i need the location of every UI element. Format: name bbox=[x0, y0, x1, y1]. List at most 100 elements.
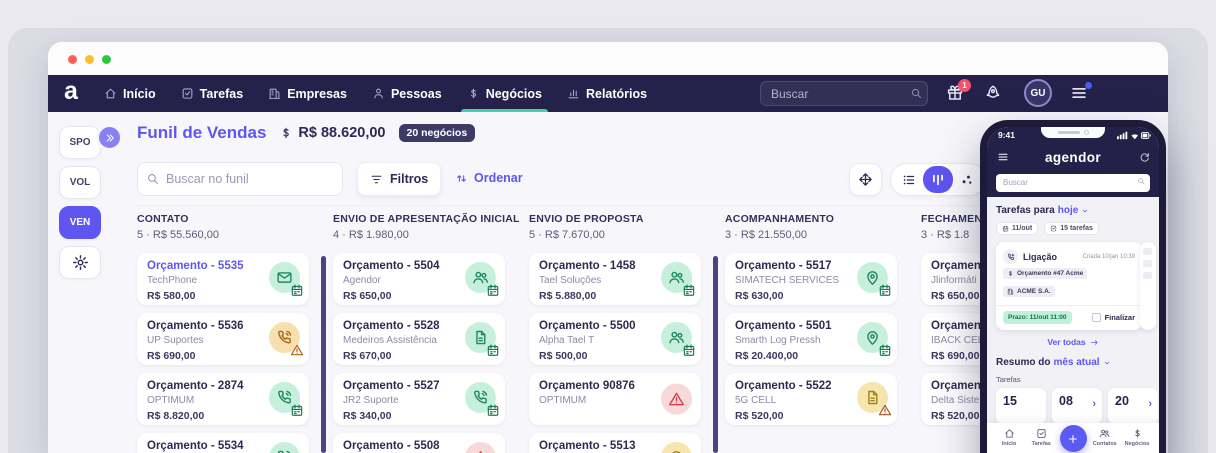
deal-card[interactable]: Orçamento - 5535 TechPhone R$ 580,00 bbox=[137, 253, 309, 305]
kanban-icon bbox=[931, 173, 945, 187]
finish-task-control[interactable]: Finalizar bbox=[1092, 313, 1135, 322]
column-cards: Orçamento - 5504 Agendor R$ 650,00 Orçam… bbox=[333, 253, 513, 453]
task-card[interactable]: Ligação Criada 10/jan 10:39 Orçamento #4… bbox=[996, 242, 1142, 330]
phone-search-input[interactable] bbox=[996, 174, 1150, 192]
nav-item-negocios[interactable]: Negócios bbox=[467, 75, 542, 112]
checkbox[interactable] bbox=[1092, 313, 1101, 322]
deal-card[interactable]: Orçamento - 5517 SIMATECH SERVICES R$ 63… bbox=[725, 253, 897, 305]
deal-card[interactable]: Orçamento - 5508 MOBILE TECH bbox=[333, 433, 505, 453]
summary-section-title[interactable]: Resumo do mês atual bbox=[996, 357, 1150, 368]
phone-refresh-button[interactable] bbox=[1139, 152, 1150, 163]
nav-item-pessoas[interactable]: Pessoas bbox=[372, 75, 442, 112]
view-list-button[interactable] bbox=[894, 166, 923, 193]
deal-value: R$ 690,00 bbox=[147, 350, 299, 362]
deal-card[interactable]: Orçamento - 5536 UP Suportes R$ 690,00 bbox=[137, 313, 309, 365]
maximize-window-button[interactable] bbox=[102, 55, 111, 64]
deal-card[interactable]: Orçamento 90876 OPTIMUM bbox=[529, 373, 701, 425]
search-icon bbox=[1137, 177, 1145, 185]
calendar-icon bbox=[486, 403, 500, 417]
phone-app-header: 9:41 agendor bbox=[987, 127, 1159, 197]
phone-nav-inicio[interactable]: Início bbox=[995, 428, 1023, 447]
drag-mode-button[interactable] bbox=[849, 163, 882, 196]
expand-rail-button[interactable] bbox=[96, 124, 123, 151]
filters-button[interactable]: Filtros bbox=[357, 162, 441, 196]
deal-value: R$ 520,00 bbox=[735, 410, 887, 422]
rocket-icon bbox=[984, 84, 1002, 102]
view-scatter-button[interactable] bbox=[953, 166, 982, 193]
stat-card[interactable]: 15 bbox=[996, 388, 1046, 424]
dollar-icon bbox=[1132, 428, 1143, 439]
funnel-tab-vol[interactable]: VOL bbox=[59, 166, 101, 199]
funnel-tab-spo[interactable]: SPO bbox=[59, 126, 101, 159]
company-tag-label: ACME S.A. bbox=[1017, 288, 1051, 295]
task-count-label: 15 tarefas bbox=[1060, 225, 1093, 232]
deal-card[interactable]: Orçamento - 5522 5G CELL R$ 520,00 bbox=[725, 373, 897, 425]
nav-label: Pessoas bbox=[391, 87, 442, 101]
deal-card[interactable]: Orçamento - 5527 JR2 Suporte R$ 340,00 bbox=[333, 373, 505, 425]
tasks-title-highlight: hoje bbox=[1058, 205, 1079, 216]
view-kanban-button[interactable] bbox=[923, 166, 952, 193]
funnel-settings-button[interactable] bbox=[59, 246, 101, 279]
global-search-input[interactable] bbox=[760, 81, 928, 106]
phone-nav-tarefas[interactable]: Tarefas bbox=[1027, 428, 1055, 447]
phone-add-button[interactable] bbox=[1060, 425, 1087, 452]
nav-label: Início bbox=[123, 87, 156, 101]
chevron-right-icon: › bbox=[1148, 398, 1152, 410]
user-avatar[interactable]: GU bbox=[1024, 79, 1052, 107]
column-envio-apresentacao: ENVIO DE APRESENTAÇÃO INICIAL 4 · R$ 1.9… bbox=[333, 213, 513, 453]
deal-card[interactable]: Orçamento - 5501 Smarth Log Pressh R$ 20… bbox=[725, 313, 897, 365]
person-icon bbox=[372, 87, 385, 100]
deal-card[interactable]: Orçamento - 5534 Stevey bbox=[137, 433, 309, 453]
deal-card[interactable]: Orçamento - 5528 Medeiros Assistência R$… bbox=[333, 313, 505, 365]
chevron-right-icon: › bbox=[1092, 398, 1096, 410]
nav-label: Tarefas bbox=[200, 87, 244, 101]
agendor-logo: a bbox=[64, 77, 78, 106]
deal-card[interactable]: Orçamento - 5500 Alpha Tael T R$ 500,00 bbox=[529, 313, 701, 365]
column-summary: 4 · R$ 1.980,00 bbox=[333, 229, 513, 241]
stat-card[interactable]: 08 › bbox=[1052, 388, 1102, 424]
column-scrollbar[interactable] bbox=[321, 256, 326, 453]
phone-menu-button[interactable] bbox=[997, 151, 1009, 163]
column-envio-proposta: ENVIO DE PROPOSTA 5 · R$ 7.670,00 Orçame… bbox=[529, 213, 709, 453]
gift-button[interactable]: 1 bbox=[946, 84, 964, 102]
phone-nav-contatos[interactable]: Contatos bbox=[1091, 428, 1119, 447]
deal-card[interactable]: Orçamento - 5513 MAPCELL bbox=[529, 433, 701, 453]
nav-item-inicio[interactable]: Início bbox=[104, 75, 156, 112]
calendar-icon bbox=[290, 283, 304, 297]
chevrons-right-icon bbox=[104, 132, 116, 144]
nav-item-empresas[interactable]: Empresas bbox=[268, 75, 347, 112]
list-icon bbox=[902, 173, 916, 187]
phone-agendor-logo: agendor bbox=[987, 150, 1159, 165]
dollar-icon bbox=[467, 87, 480, 100]
nav-label: Empresas bbox=[287, 87, 347, 101]
hamburger-icon bbox=[997, 151, 1009, 163]
rocket-button[interactable] bbox=[984, 84, 1002, 102]
deal-card[interactable]: Orçamento - 1458 Tael Soluções R$ 5.880,… bbox=[529, 253, 701, 305]
deal-value: R$ 500,00 bbox=[539, 350, 691, 362]
minimize-window-button[interactable] bbox=[85, 55, 94, 64]
sort-button[interactable]: Ordenar bbox=[455, 171, 523, 185]
see-all-label: Ver todas bbox=[1047, 337, 1085, 347]
column-acompanhamento: ACOMPANHAMENTO 3 · R$ 21.550,00 Orçament… bbox=[725, 213, 905, 433]
phone-nav-negocios[interactable]: Negócios bbox=[1123, 428, 1151, 447]
document-icon bbox=[465, 322, 496, 353]
funnel-tab-ven[interactable]: VEN bbox=[59, 206, 101, 239]
stat-card[interactable]: 20 › bbox=[1108, 388, 1158, 424]
calendar-icon bbox=[682, 343, 696, 357]
see-all-link[interactable]: Ver todas bbox=[996, 337, 1150, 347]
column-contato: CONTATO 5 · R$ 55.560,00 Orçamento - 553… bbox=[137, 213, 317, 453]
tasks-section-title[interactable]: Tarefas para hoje bbox=[996, 205, 1150, 216]
funnel-search-input[interactable] bbox=[137, 162, 343, 196]
column-cards: Orçamento - 5535 TechPhone R$ 580,00 Orç… bbox=[137, 253, 317, 453]
more-menu-button[interactable] bbox=[1070, 84, 1088, 102]
deal-card[interactable]: Orçamento - 2874 OPTIMUM R$ 8.820,00 bbox=[137, 373, 309, 425]
deal-value: R$ 340,00 bbox=[343, 410, 495, 422]
close-window-button[interactable] bbox=[68, 55, 77, 64]
nav-item-relatorios[interactable]: Relatórios bbox=[567, 75, 647, 112]
page-header: Funil de Vendas R$ 88.620,00 20 negócios bbox=[137, 123, 475, 143]
column-scrollbar[interactable] bbox=[713, 256, 718, 453]
nav-item-tarefas[interactable]: Tarefas bbox=[181, 75, 244, 112]
deal-card[interactable]: Orçamento - 5504 Agendor R$ 650,00 bbox=[333, 253, 505, 305]
funnel-total: R$ 88.620,00 bbox=[279, 125, 385, 141]
next-task-card-peek[interactable] bbox=[1140, 242, 1156, 330]
